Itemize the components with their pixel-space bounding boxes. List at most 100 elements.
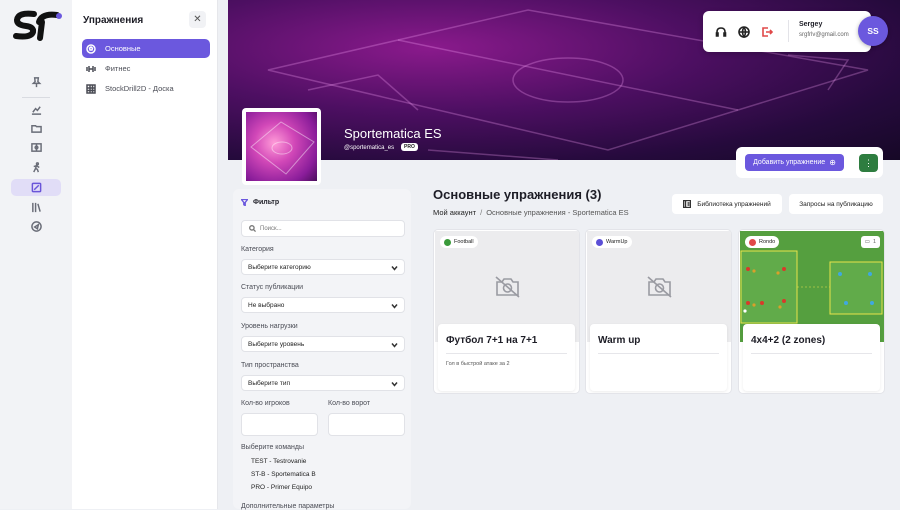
dumbbell-icon xyxy=(86,64,96,74)
pro-badge: PRO xyxy=(401,143,418,151)
profile-name: Sportematica ES xyxy=(344,126,442,141)
soccer-ball-icon xyxy=(86,43,96,54)
players-field[interactable] xyxy=(241,413,318,436)
sidebar-item-stockdrill[interactable]: StockDrill2D - Доска xyxy=(82,79,210,98)
logout-icon[interactable] xyxy=(761,25,774,38)
image-icon: ▭ xyxy=(864,239,870,245)
tag-dot xyxy=(749,238,756,246)
user-name: Sergey xyxy=(799,21,823,28)
action-bar: Добавить упражнение ⊕ ⋮ xyxy=(736,147,883,178)
globe-icon[interactable] xyxy=(738,25,751,39)
tag-label: Football xyxy=(454,239,474,245)
library-icon xyxy=(683,200,692,208)
breadcrumb-separator: / xyxy=(480,208,483,217)
profile-image-frame[interactable] xyxy=(242,108,321,185)
chevron-down-icon xyxy=(391,343,398,348)
team-option[interactable]: TEST - Testrovanie xyxy=(251,458,306,465)
plus-circle-icon: ⊕ xyxy=(829,158,836,167)
tag-label: Rondo xyxy=(759,239,776,245)
chevron-down-icon xyxy=(391,266,398,271)
image-count-badge: ▭ 1 xyxy=(860,236,880,248)
user-divider xyxy=(788,20,789,42)
exercise-card[interactable]: Football Футбол 7+1 на 7+1 Гол в быстрой… xyxy=(433,229,580,394)
breadcrumb: Мой аккаунт / Основные упражнения - Spor… xyxy=(433,208,629,217)
search-input[interactable]: Поиск... xyxy=(241,220,405,237)
filter-title: Фильтр xyxy=(241,199,279,206)
sidebar-item-basic[interactable]: Основные xyxy=(82,39,210,58)
app-logo[interactable] xyxy=(12,8,64,42)
teams-label: Выберите команды xyxy=(241,444,305,451)
goals-label: Кол-во ворот xyxy=(328,400,371,407)
add-exercise-label: Добавить упражнение xyxy=(753,159,826,166)
load-label: Уровень нагрузки xyxy=(241,323,298,330)
grid-icon xyxy=(86,83,96,94)
chevron-down-icon xyxy=(391,382,398,387)
close-sidebar-button[interactable]: ✕ xyxy=(189,11,206,28)
folder-icon[interactable] xyxy=(11,120,61,137)
status-value: Не выбрано xyxy=(248,301,285,309)
status-label: Статус публикации xyxy=(241,284,304,291)
category-tag: Rondo xyxy=(745,236,780,248)
players-label: Кол-во игроков xyxy=(241,400,290,407)
card-title: Warm up xyxy=(598,335,641,346)
tag-label: WarmUp xyxy=(606,239,628,245)
library-icon[interactable] xyxy=(11,199,61,216)
breadcrumb-root[interactable]: Мой аккаунт xyxy=(433,208,476,217)
exercise-library-button[interactable]: Библиотека упражнений xyxy=(672,194,782,214)
status-select[interactable]: Не выбрано xyxy=(241,297,405,313)
category-tag: Football xyxy=(440,236,478,248)
avatar[interactable]: SS xyxy=(858,16,888,46)
category-label: Категория xyxy=(241,246,274,253)
space-select[interactable]: Выберите тип xyxy=(241,375,405,391)
load-value: Выберите уровень xyxy=(248,340,305,348)
image-count: 1 xyxy=(872,239,876,245)
tag-dot xyxy=(596,238,603,246)
search-placeholder: Поиск... xyxy=(260,225,282,232)
space-label: Тип пространства xyxy=(241,362,299,369)
filter-icon xyxy=(241,199,248,206)
user-email: srgfrlv@gmail.com xyxy=(799,32,849,38)
category-tag: WarmUp xyxy=(592,236,632,248)
no-image-icon xyxy=(646,275,673,299)
sidebar-item-label: Фитнес xyxy=(105,64,131,73)
space-value: Выберите тип xyxy=(248,379,290,387)
breadcrumb-current: Основные упражнения - Sportematica ES xyxy=(486,208,629,217)
publication-requests-button[interactable]: Запросы на публикацию xyxy=(789,194,883,214)
card-divider xyxy=(751,353,872,354)
filter-title-text: Фильтр xyxy=(253,199,280,206)
card-divider xyxy=(598,353,719,354)
add-exercise-button[interactable]: Добавить упражнение ⊕ xyxy=(745,154,844,171)
nav-rail xyxy=(0,0,72,509)
card-body: Футбол 7+1 на 7+1 Гол в быстрой атаке за… xyxy=(438,324,575,391)
goals-field[interactable] xyxy=(328,413,405,436)
close-icon: ✕ xyxy=(193,14,202,25)
card-body: 4x4+2 (2 zones) xyxy=(743,324,880,391)
exercise-card[interactable]: Rondo ▭ 1 4x4+2 (2 zones) xyxy=(738,229,885,394)
category-value: Выберите категорию xyxy=(248,263,311,271)
chart-icon[interactable] xyxy=(11,101,61,118)
drill-icon[interactable] xyxy=(11,179,61,196)
team-option[interactable]: ST-B - Sportematica B xyxy=(251,471,316,478)
category-select[interactable]: Выберите категорию xyxy=(241,259,405,275)
send-icon[interactable] xyxy=(11,218,61,235)
chevron-down-icon xyxy=(391,304,398,309)
exercise-card[interactable]: WarmUp Warm up xyxy=(585,229,732,394)
rail-divider xyxy=(22,97,50,98)
pin-icon[interactable] xyxy=(11,74,61,91)
headset-icon[interactable] xyxy=(715,25,728,38)
sidebar-title: Упражнения xyxy=(83,15,144,26)
board-icon[interactable] xyxy=(11,139,61,156)
card-divider xyxy=(446,353,567,354)
load-select[interactable]: Выберите уровень xyxy=(241,336,405,352)
runner-icon[interactable] xyxy=(11,159,61,176)
tag-dot xyxy=(444,238,451,246)
more-options-button[interactable]: ⋮ xyxy=(859,154,878,172)
sidebar-item-label: Основные xyxy=(105,44,141,53)
team-option[interactable]: PRO - Primer Equipo xyxy=(251,484,312,491)
sidebar: Упражнения ✕ Основные Фитнес StockDrill2… xyxy=(72,0,218,509)
card-title: Футбол 7+1 на 7+1 xyxy=(446,335,538,346)
page-title: Основные упражнения (3) xyxy=(433,187,602,202)
card-body: Warm up xyxy=(590,324,727,391)
profile-handle: @sportematica_es xyxy=(344,145,395,151)
sidebar-item-fitness[interactable]: Фитнес xyxy=(82,59,210,78)
